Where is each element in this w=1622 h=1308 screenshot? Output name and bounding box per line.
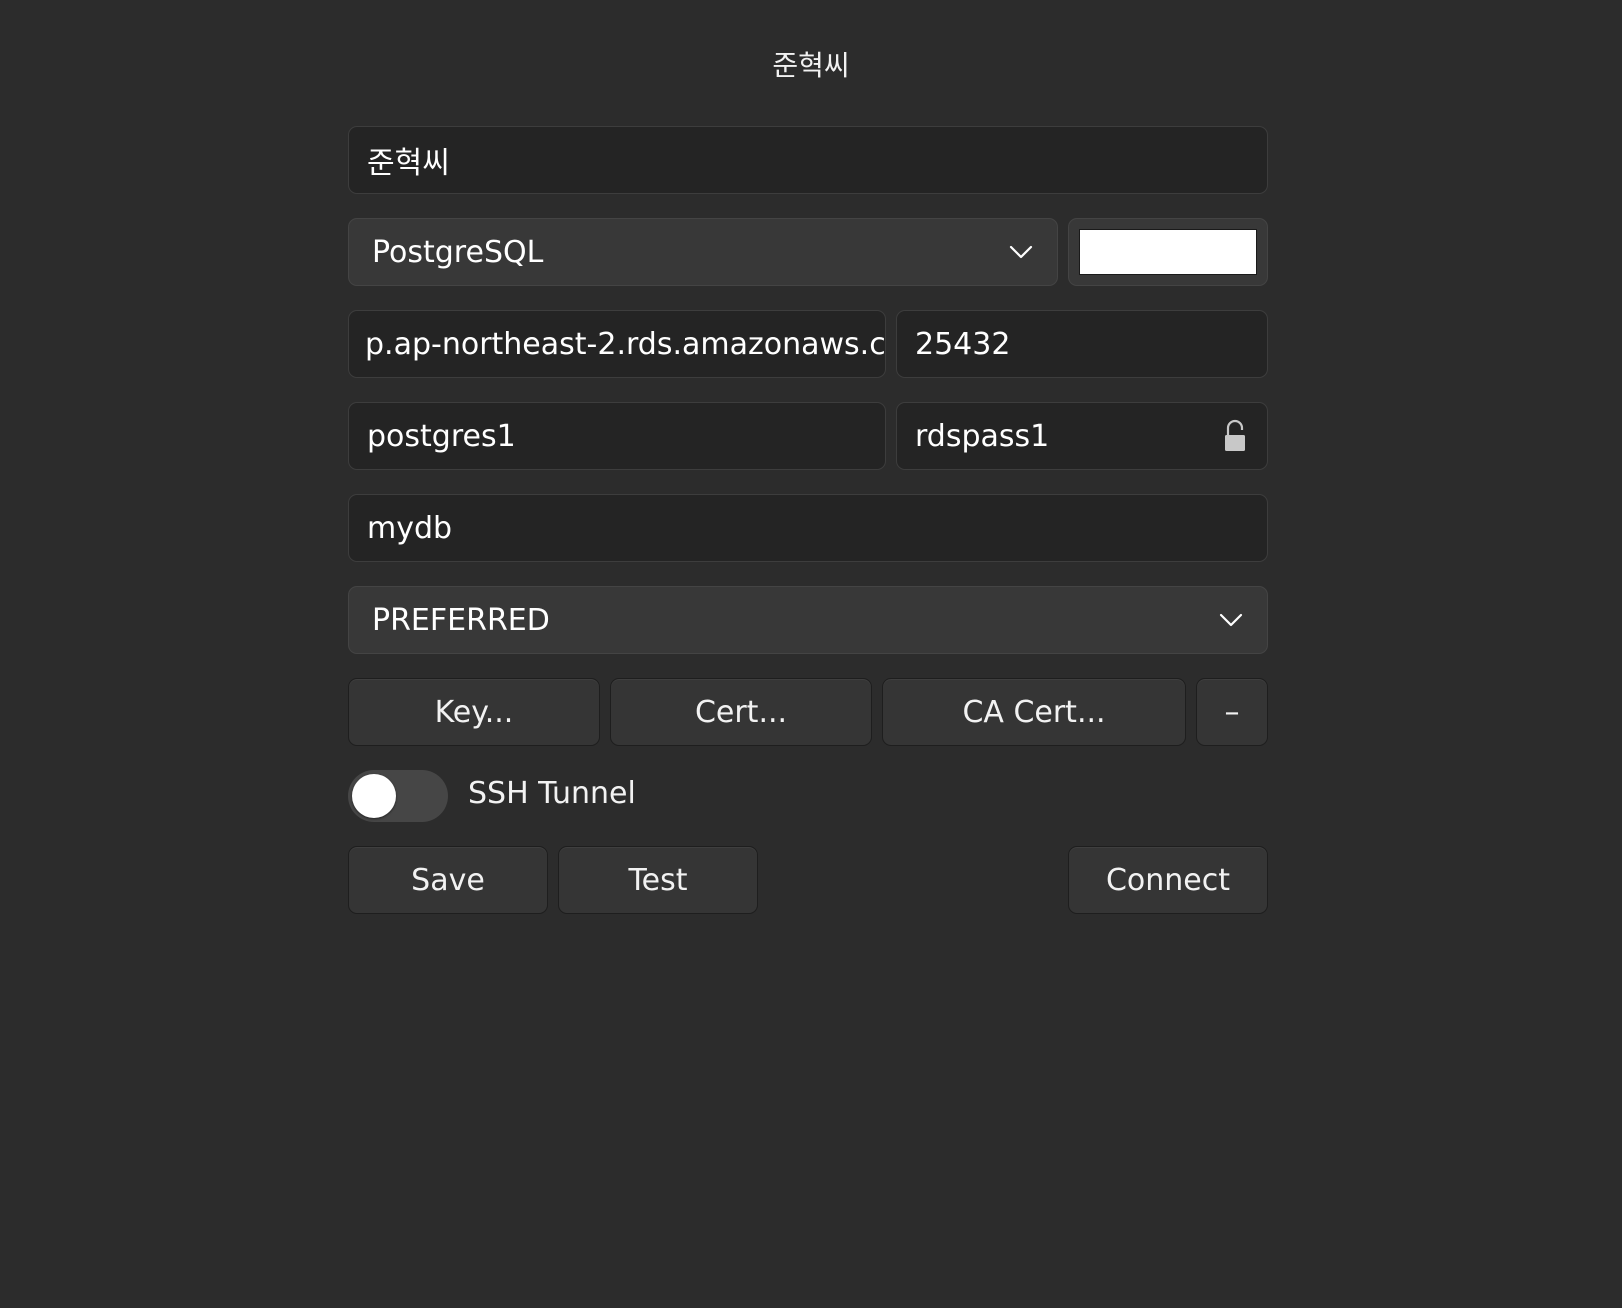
ssl-mode-value: PREFERRED	[372, 602, 550, 638]
connect-button[interactable]: Connect	[1068, 846, 1268, 914]
test-button[interactable]: Test	[558, 846, 758, 914]
ssl-cert-button[interactable]: Cert...	[610, 678, 872, 746]
username-input[interactable]: postgres1	[348, 402, 886, 470]
ssh-tunnel-label: SSH Tunnel	[468, 776, 636, 811]
connection-name-value: 준혁씨	[367, 146, 450, 181]
password-input[interactable]: rdspass1	[896, 402, 1268, 470]
color-swatch	[1079, 229, 1257, 275]
chevron-down-icon	[1007, 238, 1035, 266]
db-type-select[interactable]: PostgreSQL	[348, 218, 1058, 286]
minus-icon: –	[1224, 694, 1240, 730]
port-input[interactable]: 25432	[896, 310, 1268, 378]
ssl-key-button[interactable]: Key...	[348, 678, 600, 746]
window-title: 준혁씨	[772, 49, 850, 82]
color-picker-button[interactable]	[1068, 218, 1268, 286]
ssh-tunnel-toggle[interactable]	[348, 770, 448, 822]
ssl-mode-select[interactable]: PREFERRED	[348, 586, 1268, 654]
host-value: p.ap-northeast-2.rds.amazonaws.com	[365, 326, 886, 362]
port-value: 25432	[915, 326, 1011, 362]
ssl-remove-button[interactable]: –	[1196, 678, 1268, 746]
host-input[interactable]: p.ap-northeast-2.rds.amazonaws.com	[348, 310, 886, 378]
chevron-down-icon	[1217, 606, 1245, 634]
username-value: postgres1	[367, 418, 516, 454]
lock-open-icon[interactable]	[1223, 419, 1247, 453]
connection-name-input[interactable]: 준혁씨	[348, 126, 1268, 194]
ssl-ca-cert-button[interactable]: CA Cert...	[882, 678, 1186, 746]
database-value: mydb	[367, 510, 453, 546]
save-button[interactable]: Save	[348, 846, 548, 914]
db-type-value: PostgreSQL	[372, 234, 544, 270]
database-input[interactable]: mydb	[348, 494, 1268, 562]
password-value: rdspass1	[915, 418, 1050, 454]
toggle-knob	[352, 774, 396, 818]
